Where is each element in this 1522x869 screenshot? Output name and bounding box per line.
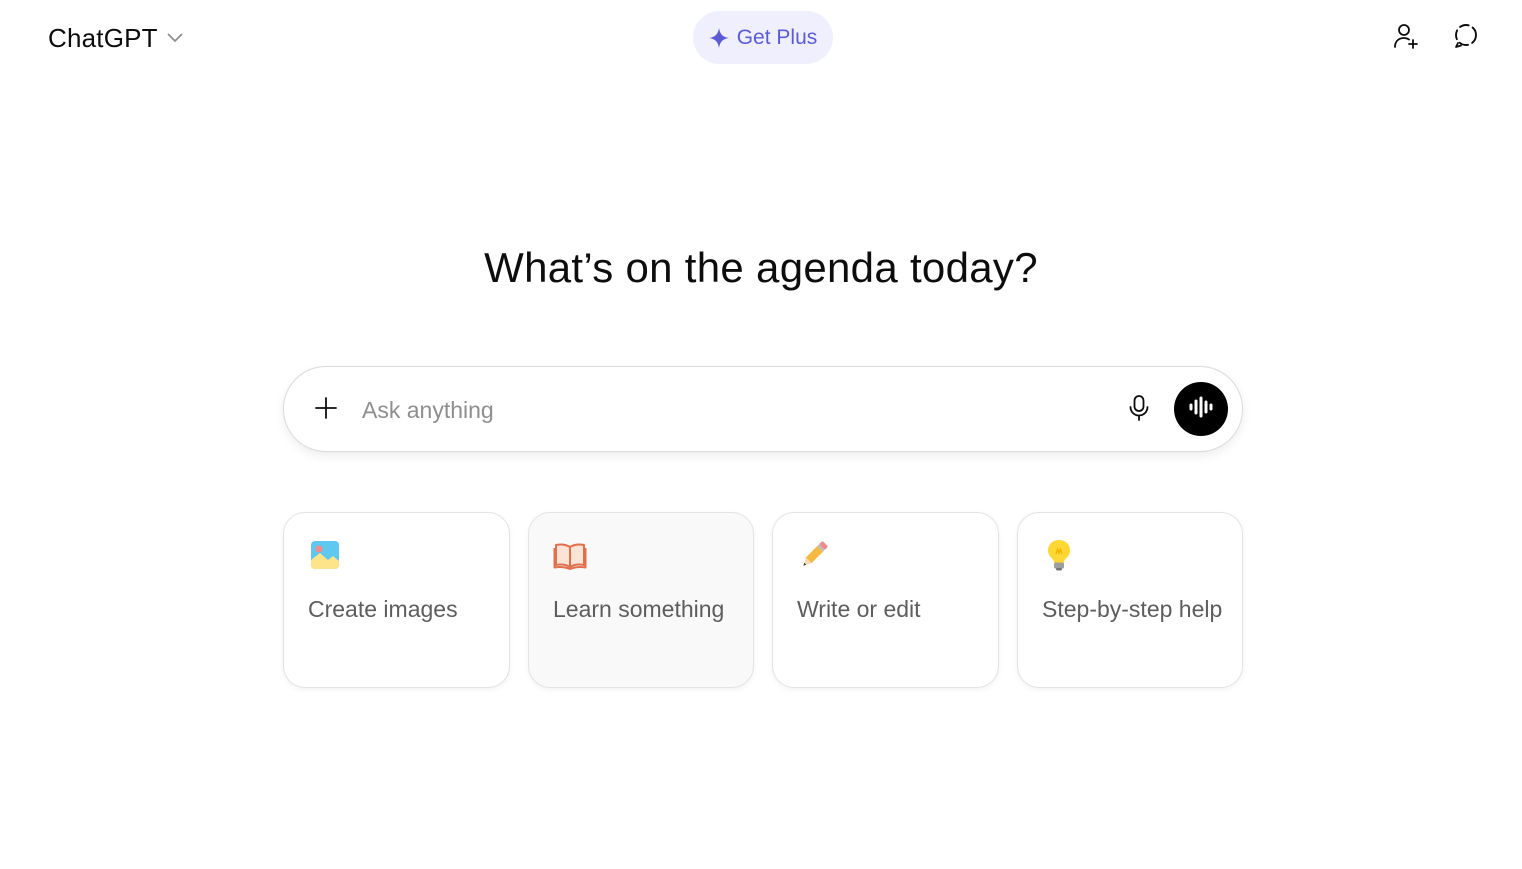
suggestion-card-create-images[interactable]: Create images [283,512,510,688]
temporary-chat-icon [1452,22,1480,55]
get-plus-button[interactable]: Get Plus [693,11,833,64]
model-name: ChatGPT [48,22,158,53]
add-user-button[interactable] [1386,18,1426,58]
chevron-down-icon [166,29,184,47]
page-title: What’s on the agenda today? [484,244,1038,291]
dictate-button[interactable] [1119,390,1159,430]
temporary-chat-button[interactable] [1446,18,1486,58]
get-plus-label: Get Plus [736,25,818,49]
attach-button[interactable] [306,390,346,430]
suggestion-label: Learn something [553,596,725,622]
book-icon [553,538,587,572]
voice-waveform-icon [1188,396,1214,423]
suggestion-label: Step-by-step help [1042,596,1223,622]
sparkle-icon [708,27,729,48]
suggestion-label: Create images [308,596,458,622]
image-icon [308,538,342,572]
plus-icon [314,396,338,425]
prompt-composer [283,366,1243,452]
voice-mode-button[interactable] [1174,382,1228,436]
suggestion-card-learn-something[interactable]: Learn something [528,512,754,688]
suggestion-label: Write or edit [797,596,921,622]
prompt-input[interactable] [362,391,1102,429]
lightbulb-icon [1042,538,1076,572]
suggestion-cards: Create images Learn something Write or e… [283,512,1243,688]
chatgpt-home: ChatGPT Get Plus What’s on the agenda to… [0,0,1522,869]
suggestion-card-write-or-edit[interactable]: Write or edit [772,512,999,688]
microphone-icon [1127,394,1151,427]
pencil-icon [797,538,831,572]
suggestion-card-step-by-step-help[interactable]: Step-by-step help [1017,512,1243,688]
model-selector[interactable]: ChatGPT [38,14,194,62]
add-user-icon [1392,22,1420,55]
top-bar: ChatGPT Get Plus [0,0,1522,76]
